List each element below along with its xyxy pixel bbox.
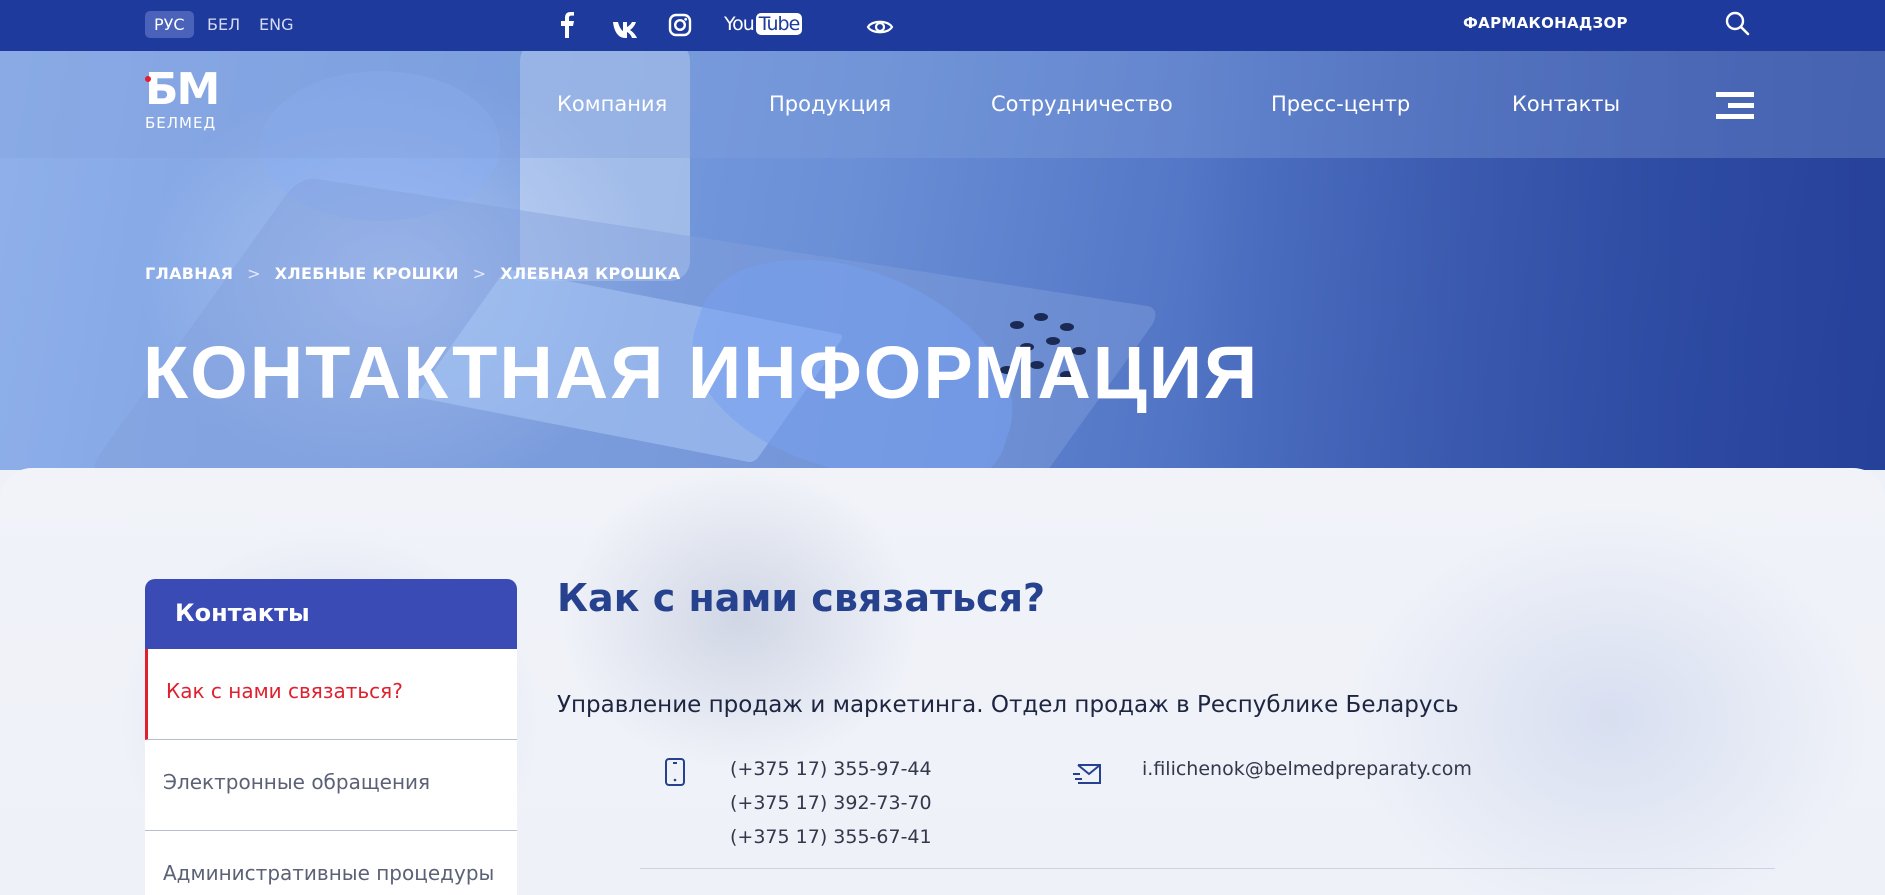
sidebar: Контакты Как с нами связаться? Электронн… <box>145 579 517 895</box>
youtube-tube: Tube <box>755 13 803 35</box>
nav-press-center[interactable]: Пресс-центр <box>1271 92 1410 116</box>
lang-eng[interactable]: ENG <box>250 11 302 38</box>
instagram-icon[interactable] <box>668 12 692 38</box>
phone-icon <box>665 758 685 786</box>
sidebar-heading: Контакты <box>145 579 517 649</box>
nav-company[interactable]: Компания <box>557 92 667 116</box>
breadcrumb-separator: > <box>247 264 261 283</box>
youtube-you: You <box>724 13 755 35</box>
breadcrumb: ГЛАВНАЯ > ХЛЕБНЫЕ КРОШКИ > ХЛЕБНАЯ КРОШК… <box>145 264 681 283</box>
sidebar-item-how-to-contact[interactable]: Как с нами связаться? <box>145 649 517 740</box>
youtube-icon[interactable]: You Tube <box>724 13 803 37</box>
logo-name: БЕЛМЕД <box>145 114 217 132</box>
sidebar-item-administrative-procedures[interactable]: Административные процедуры <box>145 831 517 895</box>
hamburger-icon[interactable] <box>1716 92 1754 120</box>
lang-rus[interactable]: РУС <box>145 11 194 38</box>
search-icon[interactable] <box>1724 10 1750 36</box>
belmed-logo[interactable]: БМ БЕЛМЕД <box>145 68 225 138</box>
breadcrumb-level-1[interactable]: ХЛЕБНЫЕ КРОШКИ <box>275 264 459 283</box>
nav-products[interactable]: Продукция <box>769 92 891 116</box>
email-link[interactable]: i.filichenok@belmedpreparaty.com <box>1142 758 1472 780</box>
eye-icon[interactable] <box>866 14 894 40</box>
breadcrumb-separator: > <box>472 264 487 283</box>
breadcrumb-home[interactable]: ГЛАВНАЯ <box>145 264 233 283</box>
nav-cooperation[interactable]: Сотрудничество <box>991 92 1173 116</box>
mail-icon <box>1073 764 1101 784</box>
lang-bel[interactable]: БЕЛ <box>198 11 249 38</box>
top-bar: РУС БЕЛ ENG You Tube ФАРМАКОНАДЗОР <box>0 0 1885 51</box>
vk-icon[interactable] <box>612 16 640 42</box>
sidebar-item-electronic-requests[interactable]: Электронные обращения <box>145 740 517 831</box>
page-title: КОНТАКТНАЯ ИНФОРМАЦИЯ <box>143 331 1260 414</box>
section-heading: Как с нами связаться? <box>557 576 1046 620</box>
department-title: Управление продаж и маркетинга. Отдел пр… <box>557 692 1459 718</box>
divider <box>640 868 1775 869</box>
breadcrumb-current: ХЛЕБНАЯ КРОШКА <box>500 264 681 283</box>
facebook-icon[interactable] <box>560 12 574 38</box>
phone-number[interactable]: (+375 17) 355-67-41 <box>730 826 932 848</box>
phone-number[interactable]: (+375 17) 392-73-70 <box>730 792 932 814</box>
nav-contacts[interactable]: Контакты <box>1512 92 1620 116</box>
logo-mark: БМ <box>145 64 220 115</box>
farmakonadzor-link[interactable]: ФАРМАКОНАДЗОР <box>1463 14 1628 32</box>
logo-dot <box>145 76 151 82</box>
phone-number[interactable]: (+375 17) 355-97-44 <box>730 758 932 780</box>
